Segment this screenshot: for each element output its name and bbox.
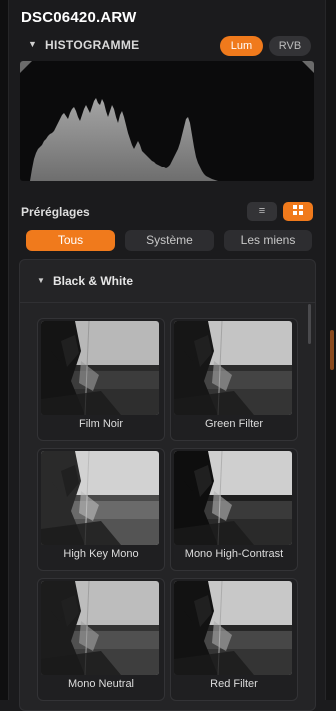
preset-thumbnail	[41, 451, 159, 545]
left-edge-panel	[0, 0, 9, 700]
histogram-clip-highlight-icon	[302, 61, 314, 73]
histogram-title: HISTOGRAMME	[45, 38, 140, 52]
preset-thumbnail	[174, 321, 292, 415]
preset-card[interactable]: High Key Mono	[37, 448, 165, 571]
preset-card[interactable]: Green Filter	[170, 318, 298, 441]
file-name: DSC06420.ARW	[21, 9, 137, 26]
tab-system[interactable]: Système	[125, 230, 214, 251]
histogram-header[interactable]: ▼ HISTOGRAMME Lum RVB	[21, 36, 313, 56]
preset-name: Green Filter	[204, 418, 264, 430]
preset-name: Red Filter	[210, 678, 258, 690]
grid-view-button[interactable]	[283, 202, 313, 221]
preset-list-panel: ▼ Black & White Film Noir Green Filter Hig…	[19, 259, 316, 711]
preset-thumbnail	[174, 581, 292, 675]
preset-name: High Key Mono	[63, 548, 139, 560]
presets-title: Préréglages	[21, 205, 90, 219]
histogram-clip-shadow-icon	[20, 61, 32, 73]
preset-name: Film Noir	[79, 418, 123, 430]
histogram-chart	[20, 61, 314, 181]
preset-card[interactable]: Mono High-Contrast	[170, 448, 298, 571]
histogram-luminance-curve	[30, 98, 218, 181]
group-caret-icon[interactable]: ▼	[37, 276, 45, 285]
tab-mine[interactable]: Les miens	[224, 230, 312, 251]
preset-group-title: Black & White	[53, 274, 134, 288]
preset-name: Mono Neutral	[67, 678, 135, 690]
right-edge-panel	[325, 0, 336, 700]
preset-thumbnail	[41, 321, 159, 415]
list-view-button[interactable]: ≡	[247, 202, 277, 221]
preset-name: Mono High-Contrast	[184, 548, 284, 560]
preset-card[interactable]: Film Noir	[37, 318, 165, 441]
grid-view-icon	[293, 205, 303, 216]
scrollbar-thumb[interactable]	[308, 304, 311, 344]
preset-thumbnail	[41, 581, 159, 675]
preset-card[interactable]: Red Filter	[170, 578, 298, 701]
collapse-caret-icon[interactable]: ▼	[28, 39, 37, 49]
list-view-icon: ≡	[258, 205, 266, 217]
preset-thumbnail	[174, 451, 292, 545]
lum-mode-button[interactable]: Lum	[220, 36, 263, 56]
preset-group-header[interactable]: ▼ Black & White	[20, 260, 315, 303]
preset-card[interactable]: Mono Neutral	[37, 578, 165, 701]
scroll-accent[interactable]	[330, 330, 334, 370]
rgb-mode-button[interactable]: RVB	[269, 36, 311, 56]
tab-all[interactable]: Tous	[26, 230, 115, 251]
